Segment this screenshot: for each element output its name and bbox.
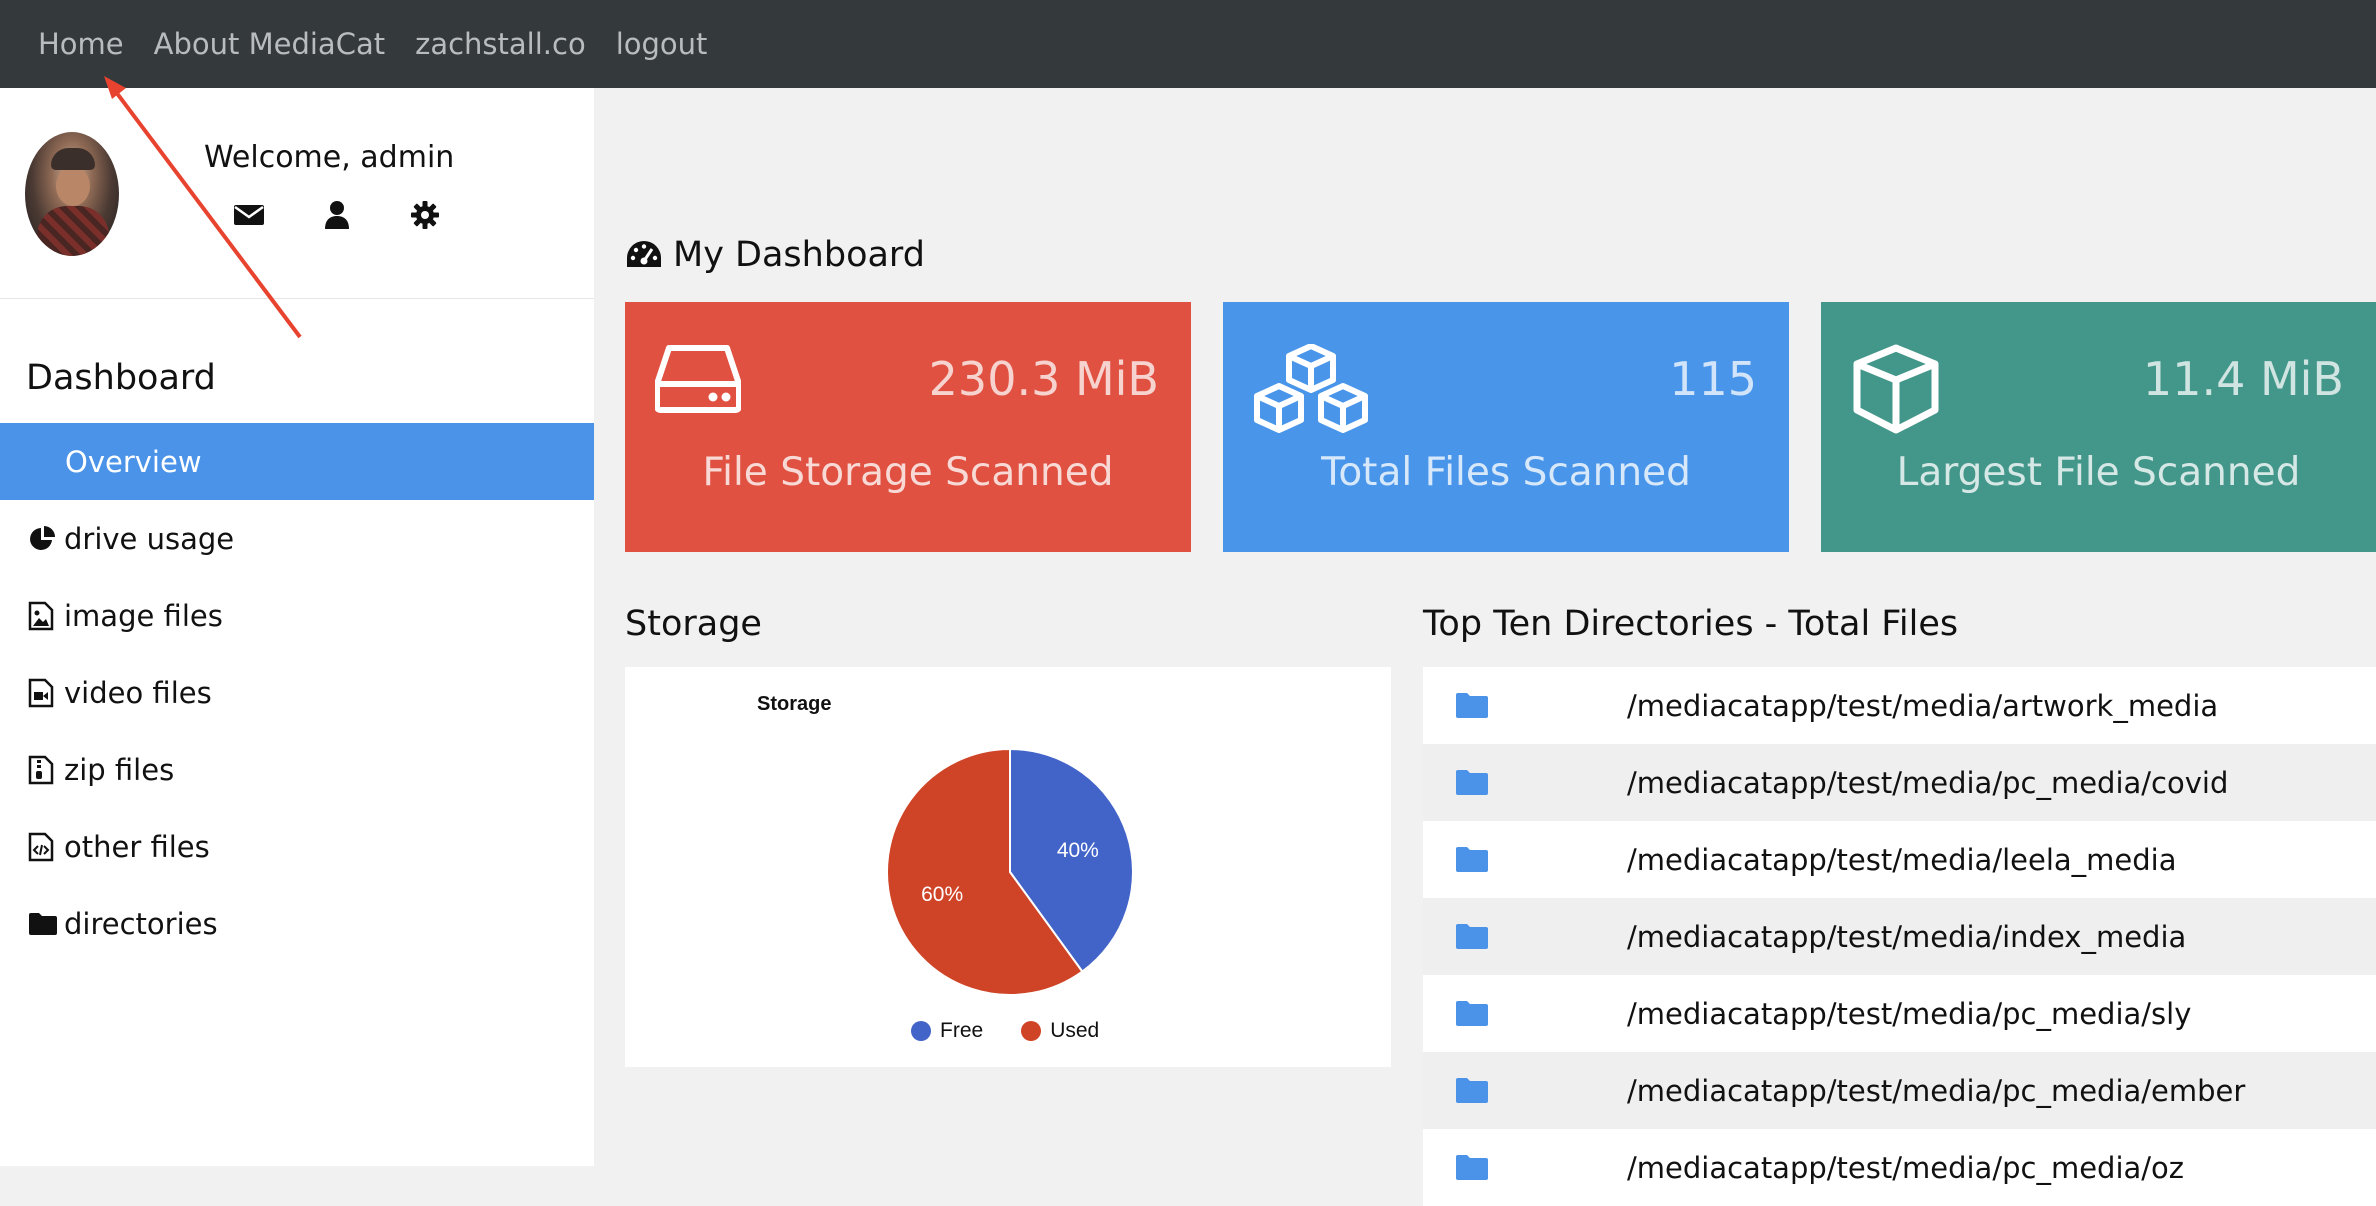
directory-path: /mediacatapp/test/media/pc_media/sly: [1627, 996, 2192, 1031]
table-row[interactable]: /mediacatapp/test/media/pc_media/oz: [1423, 1129, 2376, 1206]
sidebar-item-label: other files: [64, 829, 210, 864]
directory-path: /mediacatapp/test/media/artwork_media: [1627, 688, 2219, 723]
user-icon[interactable]: [322, 200, 352, 230]
directory-path: /mediacatapp/test/media/index_media: [1627, 919, 2187, 954]
directory-path: /mediacatapp/test/media/leela_media: [1627, 842, 2177, 877]
sidebar-item-label: zip files: [64, 752, 175, 787]
stat-value: 230.3 MiB: [928, 352, 1159, 406]
page-title: My Dashboard: [625, 235, 925, 275]
table-row[interactable]: /mediacatapp/test/media/leela_media: [1423, 821, 2376, 898]
folder-icon: [1455, 1000, 1489, 1027]
storage-chart-panel: Storage 40% 60% Free Used: [625, 667, 1391, 1067]
folder-icon: [1455, 692, 1489, 719]
stat-card-file-storage: 230.3 MiB File Storage Scanned: [625, 302, 1191, 552]
avatar: [25, 132, 119, 256]
sidebar-nav: Overview drive usage image files video f…: [0, 423, 594, 962]
folder-icon: [1455, 846, 1489, 873]
storage-section-title: Storage: [625, 604, 762, 644]
dashboard-gauge-icon: [625, 239, 663, 271]
directory-path: /mediacatapp/test/media/pc_media/oz: [1627, 1150, 2185, 1185]
sidebar-item-directories[interactable]: directories: [0, 885, 594, 962]
stat-value: 11.4 MiB: [2142, 352, 2344, 406]
stat-card-total-files: 115 Total Files Scanned: [1223, 302, 1789, 552]
legend-entry-free: Free: [911, 1019, 983, 1043]
sidebar-item-label: directories: [64, 906, 218, 941]
profile-panel: Welcome, admin: [0, 88, 594, 299]
table-row[interactable]: /mediacatapp/test/media/pc_media/sly: [1423, 975, 2376, 1052]
folder-icon: [1455, 923, 1489, 950]
stat-card-largest-file: 11.4 MiB Largest File Scanned: [1821, 302, 2376, 552]
cube-icon: [1851, 344, 1941, 438]
stat-label: Largest File Scanned: [1896, 450, 2301, 495]
nav-link-about[interactable]: About MediaCat: [154, 27, 385, 61]
gear-icon[interactable]: [410, 200, 440, 230]
page-title-text: My Dashboard: [673, 235, 925, 275]
sidebar-item-zip-files[interactable]: zip files: [0, 731, 594, 808]
image-file-icon: [28, 601, 58, 631]
sidebar-item-drive-usage[interactable]: drive usage: [0, 500, 594, 577]
folder-icon: [28, 909, 58, 939]
directories-section-title: Top Ten Directories - Total Files: [1423, 604, 1959, 644]
directory-path: /mediacatapp/test/media/pc_media/covid: [1627, 765, 2229, 800]
sidebar-item-label: image files: [64, 598, 223, 633]
sidebar-item-other-files[interactable]: other files: [0, 808, 594, 885]
directory-path: /mediacatapp/test/media/pc_media/ember: [1627, 1073, 2246, 1108]
pie-slice-label: 40%: [1057, 839, 1099, 862]
stat-label: File Storage Scanned: [702, 450, 1114, 495]
pie-slice-label: 60%: [921, 883, 963, 906]
directory-list: /mediacatapp/test/media/artwork_media/me…: [1423, 667, 2376, 1206]
top-navbar: Home About MediaCat zachstall.co logout: [0, 0, 2376, 88]
pie-chart-icon: [28, 524, 58, 554]
welcome-text: Welcome, admin: [204, 140, 455, 175]
table-row[interactable]: /mediacatapp/test/media/pc_media/ember: [1423, 1052, 2376, 1129]
nav-link-home[interactable]: Home: [38, 27, 124, 61]
legend-label: Used: [1050, 1019, 1100, 1042]
sidebar-item-label: video files: [64, 675, 212, 710]
table-row[interactable]: /mediacatapp/test/media/pc_media/covid: [1423, 744, 2376, 821]
legend-entry-used: Used: [1021, 1019, 1099, 1043]
sidebar-item-label: drive usage: [64, 521, 235, 556]
nav-link-zachstall[interactable]: zachstall.co: [415, 27, 586, 61]
video-file-icon: [28, 678, 58, 708]
zip-file-icon: [28, 755, 58, 785]
code-file-icon: [28, 832, 58, 862]
sidebar-section-title: Dashboard: [26, 358, 216, 398]
legend-label: Free: [940, 1019, 984, 1042]
sidebar-item-video-files[interactable]: video files: [0, 654, 594, 731]
envelope-icon[interactable]: [234, 200, 264, 230]
sidebar: Welcome, admin Dashboard Overview drive …: [0, 88, 594, 1166]
folder-icon: [1455, 1077, 1489, 1104]
hard-drive-icon: [654, 344, 742, 418]
stat-value: 115: [1669, 352, 1757, 406]
sidebar-item-label: Overview: [65, 444, 202, 479]
sidebar-item-overview[interactable]: Overview: [0, 423, 594, 500]
folder-icon: [1455, 769, 1489, 796]
folder-icon: [1455, 1154, 1489, 1181]
stat-label: Total Files Scanned: [1321, 450, 1691, 495]
sidebar-item-image-files[interactable]: image files: [0, 577, 594, 654]
table-row[interactable]: /mediacatapp/test/media/artwork_media: [1423, 667, 2376, 744]
cubes-icon: [1253, 343, 1373, 448]
storage-pie-chart: 40% 60%: [886, 747, 1134, 996]
table-row[interactable]: /mediacatapp/test/media/index_media: [1423, 898, 2376, 975]
nav-link-logout[interactable]: logout: [616, 27, 708, 61]
chart-legend: Free Used: [911, 1019, 1137, 1043]
